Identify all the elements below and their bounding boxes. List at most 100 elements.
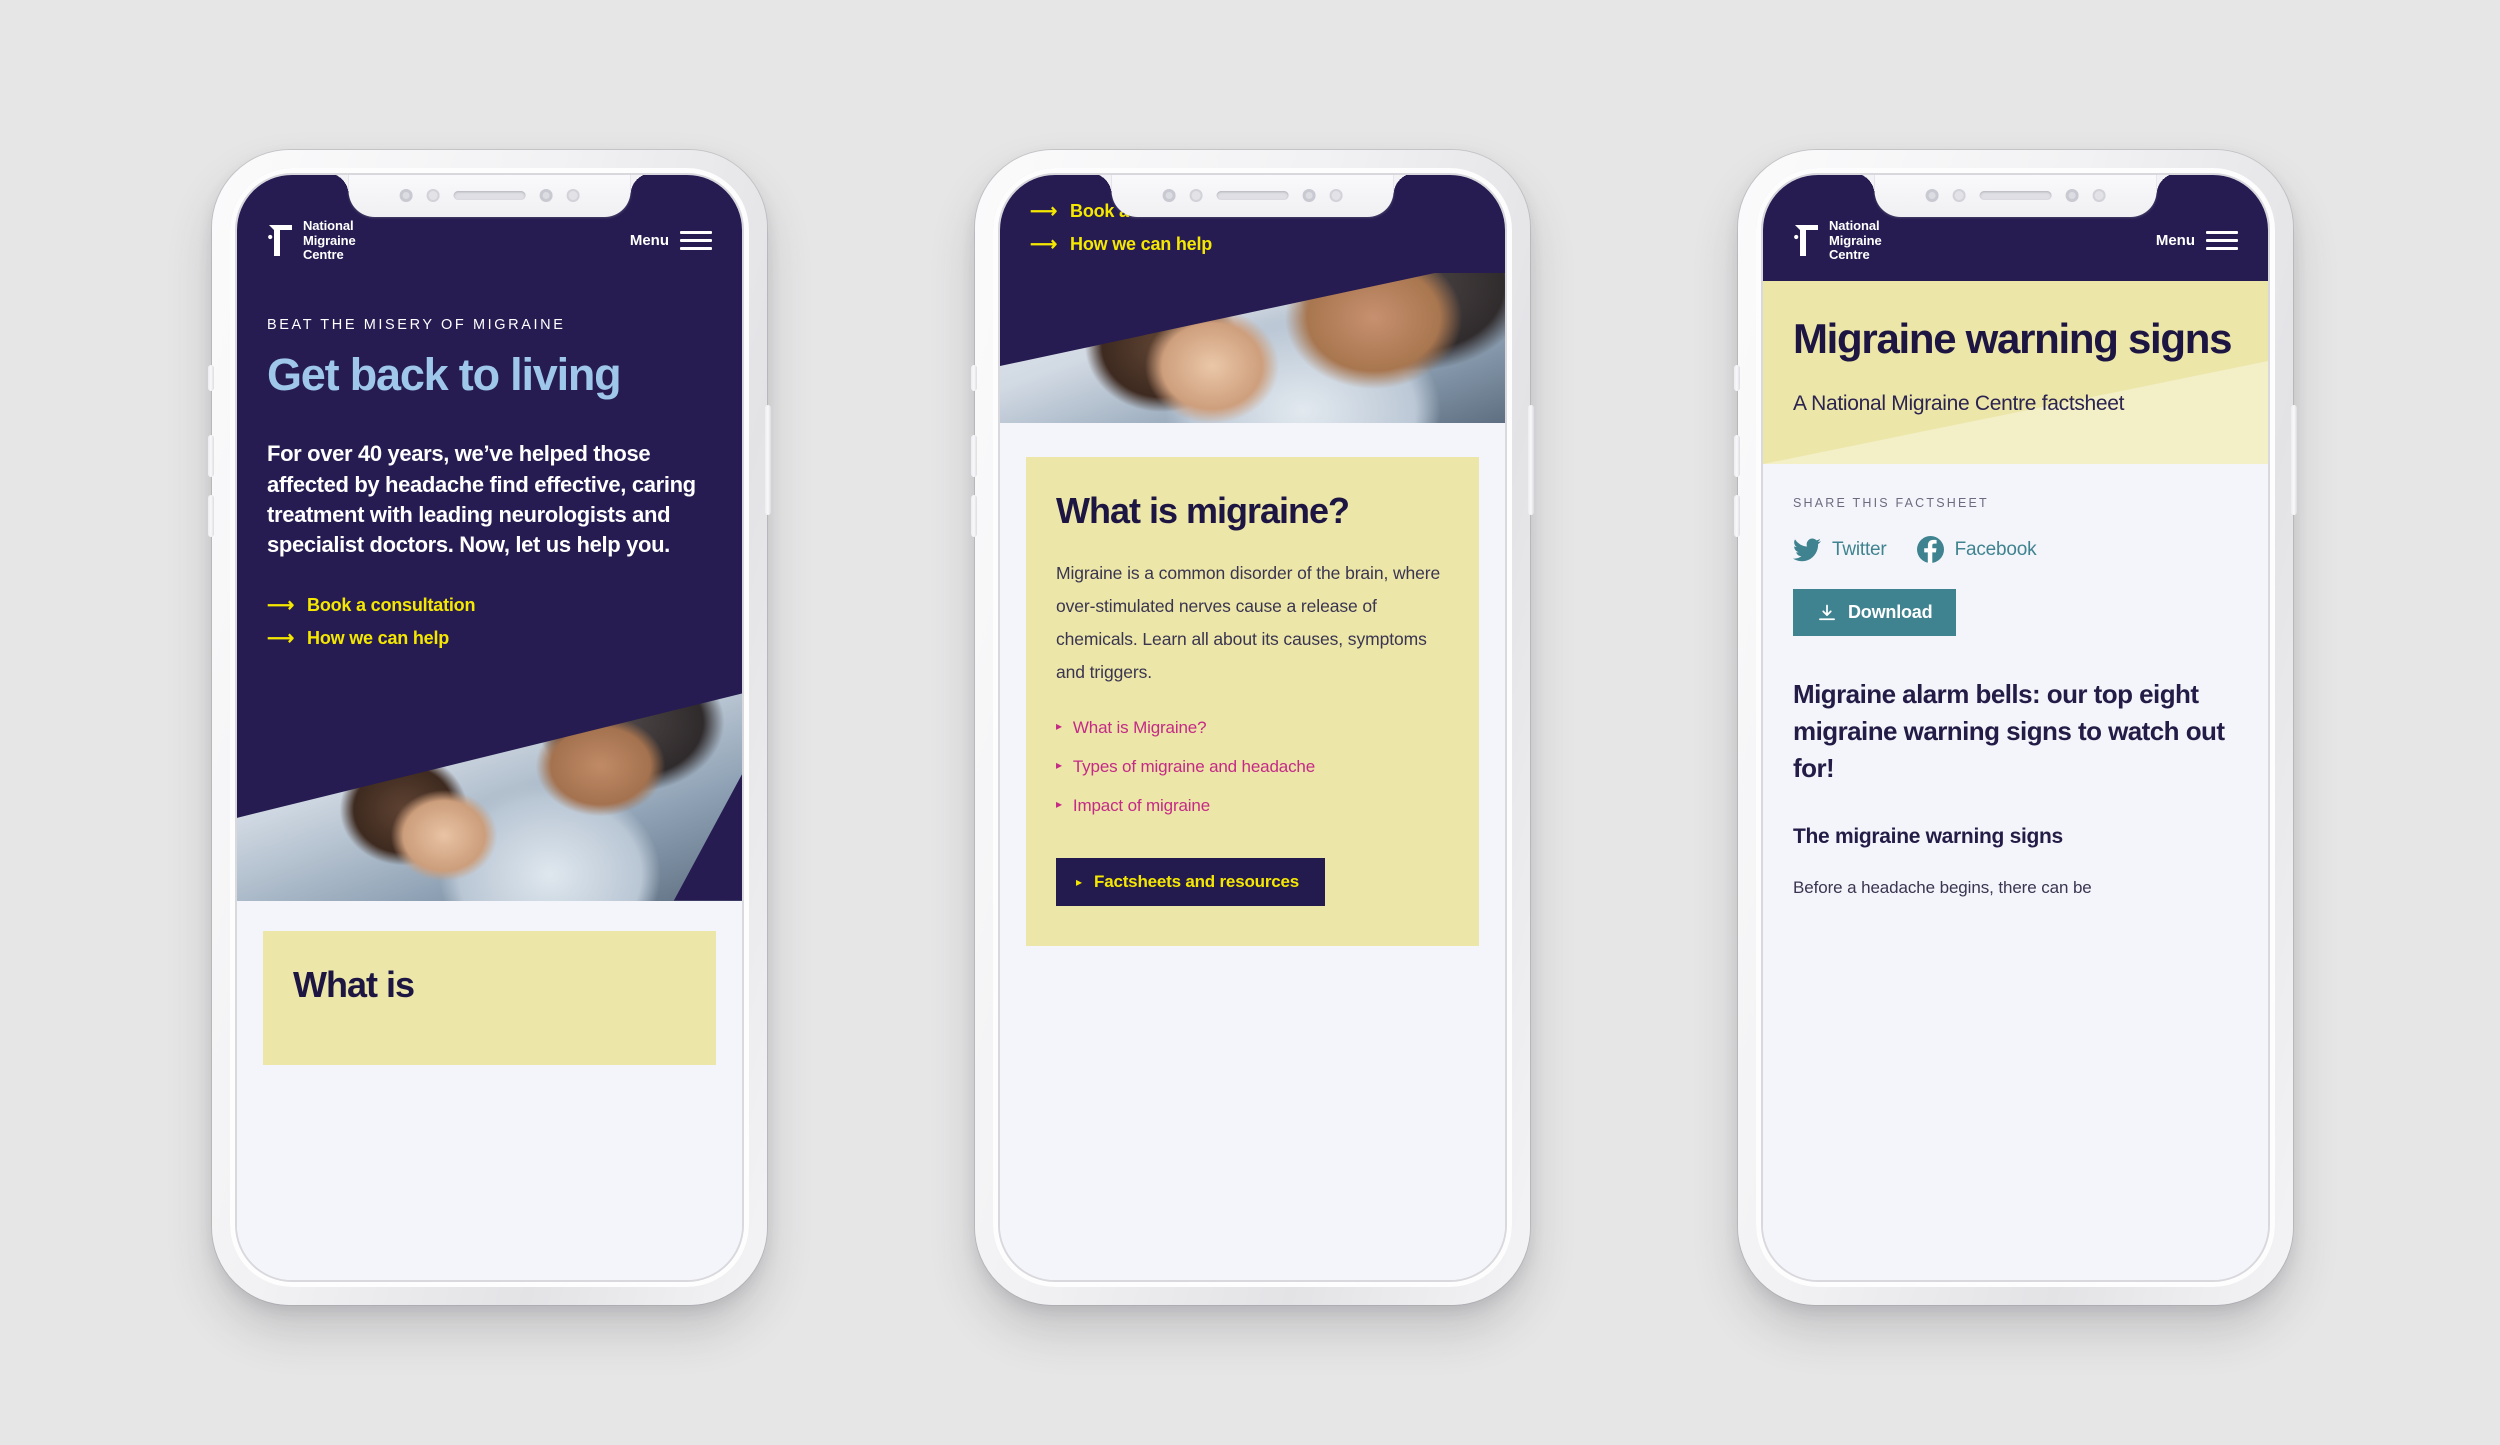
silent-switch[interactable]: [208, 365, 214, 391]
site-logo[interactable]: National Migraine Centre: [1793, 218, 1882, 263]
download-button[interactable]: Download: [1793, 589, 1957, 637]
nmc-logo-icon: [267, 224, 294, 257]
page-scroll-what-is-migraine[interactable]: ⟶ Book a consultation ⟶ How we can help: [1000, 175, 1505, 1280]
phone-mockup-factsheet: National Migraine Centre Menu Migraine w…: [1734, 150, 2297, 1305]
light-sensor-icon: [1329, 188, 1343, 202]
camera-sensor-icon: [1925, 188, 1939, 202]
what-is-migraine-card: What is: [263, 930, 716, 1065]
factsheet-banner: Migraine warning signs A National Migrai…: [1763, 280, 2268, 465]
card-title: What is migraine?: [1056, 490, 1350, 531]
site-logo-text: National Migraine Centre: [1829, 218, 1882, 263]
proximity-sensor-icon: [426, 188, 440, 202]
factsheet-heading: Migraine alarm bells: our top eight migr…: [1793, 679, 2225, 783]
light-sensor-icon: [566, 188, 580, 202]
factsheets-and-resources-button[interactable]: ▸ Factsheets and resources: [1056, 857, 1325, 906]
hero-photo: [1000, 273, 1505, 423]
share-links: Twitter Facebook: [1793, 536, 2238, 564]
link-label: How we can help: [1070, 234, 1213, 254]
triangle-right-icon: ▸: [1056, 718, 1062, 733]
phone-notch: [326, 175, 631, 217]
hero-body-text: For over 40 years, we’ve helped those af…: [267, 441, 696, 558]
nmc-logo-icon: [1793, 224, 1820, 257]
triangle-right-icon: ▸: [1056, 796, 1062, 811]
content-area: What is migraine? Migraine is a common d…: [1000, 423, 1505, 946]
hero-photo: [237, 682, 742, 901]
arrow-right-icon: ⟶: [267, 627, 295, 649]
link-book-a-consultation[interactable]: ⟶ Book a consultation: [267, 595, 712, 616]
arrow-right-icon: ⟶: [1030, 234, 1058, 255]
phone-notch: [1089, 175, 1394, 217]
what-is-migraine-card: What is migraine? Migraine is a common d…: [1026, 457, 1479, 946]
phone-body: ⟶ Book a consultation ⟶ How we can help: [993, 168, 1512, 1287]
hero-title: Get back to living: [267, 348, 622, 400]
earpiece-speaker: [1216, 190, 1289, 200]
link-impact-of-migraine[interactable]: ▸ Impact of migraine: [1056, 795, 1449, 818]
link-how-we-can-help[interactable]: ⟶ How we can help: [267, 628, 712, 649]
power-button[interactable]: [765, 405, 771, 515]
link-what-is-migraine[interactable]: ▸ What is Migraine?: [1056, 717, 1449, 740]
factsheet-paragraph: Before a headache begins, there can be: [1793, 877, 2092, 897]
share-facebook-link[interactable]: Facebook: [1916, 536, 2037, 564]
phone-body: National Migraine Centre Menu Migraine w…: [1756, 168, 2275, 1287]
hero-eyebrow: BEAT THE MISERY OF MIGRAINE: [267, 316, 566, 333]
earpiece-speaker: [1979, 190, 2052, 200]
facebook-icon: [1916, 536, 1944, 564]
share-twitter-link[interactable]: Twitter: [1793, 537, 1887, 562]
share-label: Facebook: [1954, 538, 2037, 560]
volume-down-button[interactable]: [208, 495, 214, 537]
twitter-icon: [1793, 537, 1821, 562]
silent-switch[interactable]: [1734, 365, 1740, 391]
phone-screen-home: National Migraine Centre Menu BEAT THE M…: [237, 175, 742, 1280]
hamburger-menu-icon[interactable]: [2206, 231, 2238, 251]
menu-label: Menu: [629, 232, 669, 250]
page-scroll-home[interactable]: National Migraine Centre Menu BEAT THE M…: [237, 175, 742, 1280]
link-types-of-migraine-and-headache[interactable]: ▸ Types of migraine and headache: [1056, 756, 1449, 779]
arrow-right-icon: ⟶: [267, 594, 295, 616]
phone-screen-what-is-migraine: ⟶ Book a consultation ⟶ How we can help: [1000, 175, 1505, 1280]
link-label: Impact of migraine: [1072, 795, 1211, 815]
front-camera-icon: [539, 188, 553, 202]
menu-button[interactable]: Menu: [629, 231, 712, 251]
volume-up-button[interactable]: [971, 435, 977, 477]
camera-sensor-icon: [1162, 188, 1176, 202]
menu-button[interactable]: Menu: [2155, 231, 2238, 251]
light-sensor-icon: [2092, 188, 2106, 202]
phone-screen-factsheet: National Migraine Centre Menu Migraine w…: [1763, 175, 2268, 1280]
link-label: Book a consultation: [307, 594, 476, 615]
power-button[interactable]: [2291, 405, 2297, 515]
triangle-right-icon: ▸: [1056, 757, 1062, 772]
factsheet-subtitle: A National Migraine Centre factsheet: [1793, 391, 2125, 415]
share-label: Twitter: [1832, 538, 1887, 560]
site-logo[interactable]: National Migraine Centre: [267, 218, 356, 263]
volume-down-button[interactable]: [971, 495, 977, 537]
factsheet-subheading: The migraine warning signs: [1793, 824, 2063, 848]
content-area: What is: [237, 900, 742, 1065]
front-camera-icon: [1302, 188, 1316, 202]
proximity-sensor-icon: [1952, 188, 1966, 202]
link-label: Types of migraine and headache: [1072, 756, 1316, 776]
volume-up-button[interactable]: [1734, 435, 1740, 477]
power-button[interactable]: [1528, 405, 1534, 515]
link-how-we-can-help[interactable]: ⟶ How we can help: [1030, 234, 1475, 255]
menu-label: Menu: [2155, 232, 2195, 250]
phone-mockup-what-is-migraine: ⟶ Book a consultation ⟶ How we can help: [971, 150, 1534, 1305]
topic-link-list: ▸ What is Migraine? ▸ Types of migraine …: [1056, 717, 1449, 818]
arrow-right-icon: ⟶: [1030, 201, 1058, 222]
link-label: What is Migraine?: [1072, 717, 1207, 737]
phone-body: National Migraine Centre Menu BEAT THE M…: [230, 168, 749, 1287]
hero-link-list: ⟶ Book a consultation ⟶ How we can help: [267, 595, 712, 683]
front-camera-icon: [2065, 188, 2079, 202]
camera-sensor-icon: [399, 188, 413, 202]
earpiece-speaker: [453, 190, 526, 200]
screenshot-canvas: National Migraine Centre Menu BEAT THE M…: [0, 0, 2500, 1445]
silent-switch[interactable]: [971, 365, 977, 391]
share-section-label: SHARE THIS FACTSHEET: [1793, 496, 1989, 511]
page-scroll-factsheet[interactable]: National Migraine Centre Menu Migraine w…: [1763, 175, 2268, 1280]
volume-up-button[interactable]: [208, 435, 214, 477]
link-label: How we can help: [307, 627, 450, 648]
download-icon: [1817, 603, 1837, 623]
volume-down-button[interactable]: [1734, 495, 1740, 537]
factsheet-title: Migraine warning signs: [1793, 314, 2232, 362]
hamburger-menu-icon[interactable]: [680, 231, 712, 251]
button-label: Download: [1848, 602, 1933, 623]
